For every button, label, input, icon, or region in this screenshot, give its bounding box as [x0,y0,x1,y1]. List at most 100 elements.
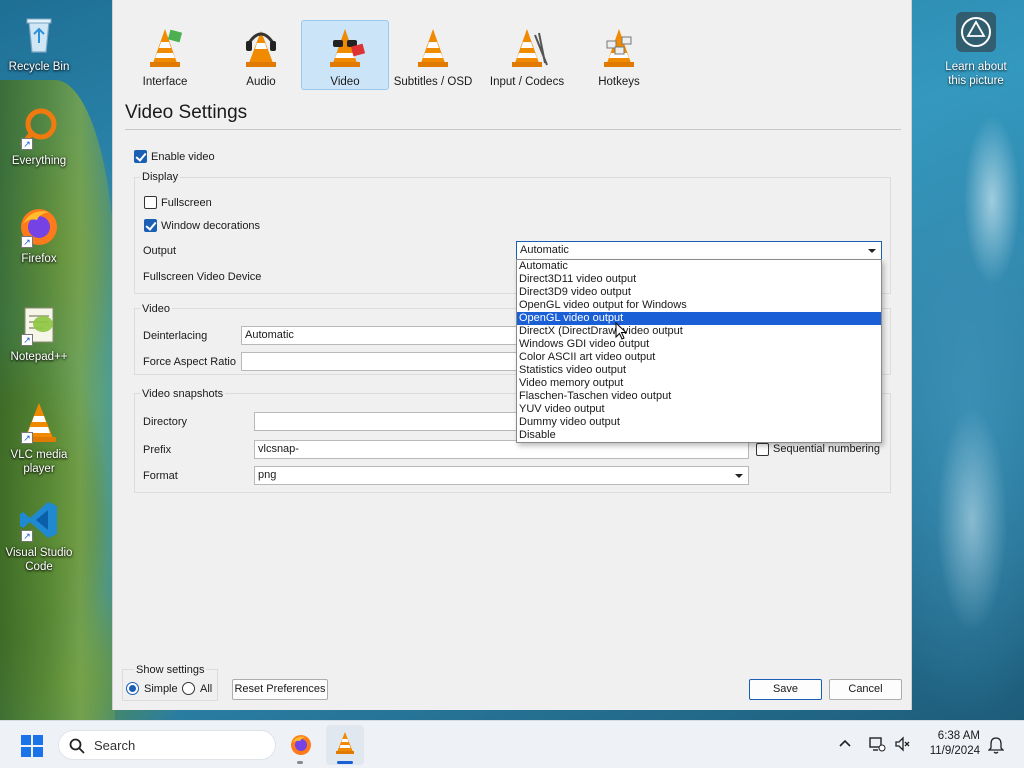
desktop-icon-vscode[interactable]: ↗ Visual Studio Code [1,498,77,574]
desktop-icon-label: VLC media player [10,449,68,475]
sequential-numbering-checkbox[interactable] [756,443,769,456]
desktop-icon-vlc[interactable]: ↗ VLC media player [1,400,77,476]
desktop-icon-label: Visual Studio Code [5,547,73,573]
taskbar-vlc-button[interactable] [326,725,364,765]
aspect-ratio-label: Force Aspect Ratio [143,356,236,368]
simple-label: Simple [144,683,178,695]
output-option[interactable]: Direct3D11 video output [517,273,881,286]
format-select[interactable]: png [254,466,749,485]
firefox-running-indicator [297,761,303,764]
firefox-icon: ↗ [17,204,61,248]
everything-search-icon: ↗ [17,106,61,150]
enable-video-checkbox[interactable] [134,150,147,163]
output-label: Output [143,245,177,257]
output-option[interactable]: Dummy video output [517,416,881,429]
enable-video-label: Enable video [151,151,215,163]
output-dropdown-list: Automatic Direct3D11 video output Direct3D… [516,259,882,443]
learn-about-picture[interactable]: Learn about this picture [938,10,1014,88]
title-divider [125,129,901,130]
notification-bell-icon[interactable] [987,736,1005,754]
desktop-icon-label: Recycle Bin [8,61,70,73]
category-interface[interactable]: Interface [121,20,209,90]
deinterlacing-label: Deinterlacing [143,330,208,342]
sequential-numbering-label: Sequential numbering [773,443,881,455]
shortcut-arrow-icon: ↗ [21,432,33,444]
fullscreen-checkbox[interactable] [144,196,157,209]
format-label: Format [143,470,178,482]
category-bar: Interface Audio Video Subtitles / OSD In… [121,20,901,90]
reset-preferences-button[interactable]: Reset Preferences [232,679,328,700]
output-option[interactable]: DirectX (DirectDraw) video output [517,325,881,338]
fullscreen-label: Fullscreen [161,197,212,209]
mouse-pointer-icon [615,321,628,343]
window-decorations-label: Window decorations [161,220,261,232]
show-settings-all-radio[interactable] [182,682,195,695]
category-subtitles-osd[interactable]: Subtitles / OSD [389,20,477,90]
hotkeys-cone-icon [597,25,641,69]
shortcut-arrow-icon: ↗ [21,138,33,150]
cancel-button[interactable]: Cancel [829,679,902,700]
prefix-label: Prefix [143,444,172,456]
show-settings-title: Show settings [134,664,207,676]
vlc-active-indicator [337,761,353,764]
output-option[interactable]: Flaschen-Taschen video output [517,390,881,403]
taskbar-firefox-icon[interactable] [289,733,313,757]
clock-time: 6:38 AM [937,730,980,742]
category-label: Video [330,76,360,88]
output-option[interactable]: Direct3D9 video output [517,286,881,299]
directory-label: Directory [143,416,188,428]
vlc-cone-icon [336,732,354,754]
shortcut-arrow-icon: ↗ [21,236,33,248]
preferences-dialog: Interface Audio Video Subtitles / OSD In… [112,0,912,710]
category-video[interactable]: Video [301,20,389,90]
output-select[interactable]: Automatic [516,241,882,260]
clock-date: 11/9/2024 [929,745,980,757]
camera-info-icon [956,12,996,52]
output-option[interactable]: Video memory output [517,377,881,390]
output-option[interactable]: Windows GDI video output [517,338,881,351]
category-audio[interactable]: Audio [217,20,305,90]
category-input-codecs[interactable]: Input / Codecs [483,20,571,90]
category-hotkeys[interactable]: Hotkeys [575,20,663,90]
all-label: All [200,683,213,695]
search-placeholder: Search [94,738,136,753]
output-option[interactable]: Color ASCII art video output [517,351,881,364]
output-option[interactable]: OpenGL video output [517,312,881,325]
clock[interactable]: 6:38 AM 11/9/2024 [930,729,980,759]
chevron-up-icon[interactable] [838,737,852,751]
desktop-icon-recycle-bin[interactable]: Recycle Bin [1,12,77,74]
video-glasses-cone-icon [323,25,367,69]
desktop-icon-label: Firefox [21,253,57,265]
snapshots-group-title: Video snapshots [140,388,226,400]
desktop-icon-firefox[interactable]: ↗ Firefox [1,204,77,266]
search-icon [69,738,85,754]
output-option[interactable]: Statistics video output [517,364,881,377]
category-label: Audio [246,76,276,88]
category-label: Input / Codecs [489,76,565,88]
recycle-bin-icon [17,12,61,56]
taskbar-search-box[interactable]: Search [58,730,276,760]
output-option[interactable]: YUV video output [517,403,881,416]
desktop-icon-notepad-plus-plus[interactable]: ↗ Notepad++ [1,302,77,364]
wallpaper-surf [912,0,1024,720]
video-group-title: Video [140,303,172,315]
desktop-icon-everything[interactable]: ↗ Everything [1,106,77,168]
learn-about-picture-label: Learn about this picture [945,61,1007,87]
category-label: Interface [142,76,188,88]
show-settings-simple-radio[interactable] [126,682,139,695]
window-decorations-checkbox[interactable] [144,219,157,232]
output-option[interactable]: Disable [517,429,881,442]
shortcut-arrow-icon: ↗ [21,530,33,542]
network-icon[interactable] [868,735,886,753]
vlc-cone-icon: ↗ [17,400,61,444]
page-title: Video Settings [125,102,248,123]
interface-cone-icon [143,25,187,69]
output-option[interactable]: Automatic [517,260,881,273]
output-option[interactable]: OpenGL video output for Windows [517,299,881,312]
save-button[interactable]: Save [749,679,822,700]
volume-muted-icon[interactable] [894,735,912,753]
input-codecs-cone-icon [505,25,549,69]
shortcut-arrow-icon: ↗ [21,334,33,346]
windows-start-icon[interactable] [21,735,43,757]
category-label: Subtitles / OSD [393,76,473,88]
